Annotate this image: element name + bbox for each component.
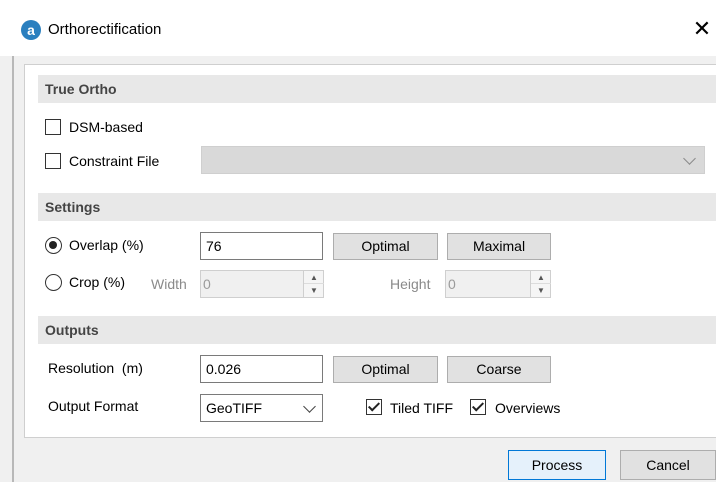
process-button[interactable]: Process (508, 450, 606, 480)
window-title: Orthorectification (48, 21, 162, 38)
overlap-maximal-button[interactable]: Maximal (447, 233, 551, 260)
overviews-checkbox[interactable] (470, 399, 486, 415)
constraint-file-checkbox[interactable] (45, 153, 61, 169)
spin-down-icon[interactable]: ▼ (304, 284, 324, 297)
section-outputs: Outputs (38, 316, 716, 344)
section-settings: Settings (38, 193, 716, 221)
width-value: 0 (203, 276, 211, 292)
overlap-optimal-button[interactable]: Optimal (333, 233, 438, 260)
resolution-label: Resolution (m) (48, 360, 143, 376)
width-spin-buttons[interactable]: ▲ ▼ (303, 271, 324, 297)
height-value: 0 (448, 276, 456, 292)
overlap-label: Overlap (%) (69, 237, 144, 253)
resolution-input[interactable]: 0.026 (200, 355, 323, 383)
height-spinbox[interactable]: 0 ▲ ▼ (445, 270, 551, 298)
options-panel: True Ortho DSM-based Constraint File Set… (24, 64, 716, 438)
resolution-coarse-button[interactable]: Coarse (447, 356, 551, 383)
overlap-input[interactable]: 76 (200, 232, 323, 260)
section-title: Settings (45, 199, 101, 215)
constraint-file-label: Constraint File (69, 153, 160, 169)
width-spinbox[interactable]: 0 ▲ ▼ (200, 270, 324, 298)
height-spin-buttons[interactable]: ▲ ▼ (530, 271, 551, 297)
close-icon[interactable]: ✕ (688, 13, 716, 45)
width-label: Width (151, 276, 187, 292)
crop-label: Crop (%) (69, 274, 126, 290)
constraint-file-select[interactable] (201, 146, 705, 174)
crop-radio[interactable] (45, 274, 62, 291)
tiled-tiff-label: Tiled TIFF (390, 400, 454, 416)
overviews-label: Overviews (495, 400, 561, 416)
dsm-based-checkbox[interactable] (45, 119, 61, 135)
section-true-ortho: True Ortho (38, 75, 716, 103)
output-format-select[interactable]: GeoTIFF (200, 394, 323, 422)
resolution-optimal-button[interactable]: Optimal (333, 356, 438, 383)
window-frame-left (12, 56, 14, 482)
overlap-radio[interactable] (45, 237, 62, 254)
chevron-down-icon (303, 400, 316, 413)
section-title: Outputs (45, 322, 99, 338)
section-title: True Ortho (45, 81, 117, 97)
tiled-tiff-checkbox[interactable] (366, 399, 382, 415)
dsm-based-label: DSM-based (69, 119, 143, 135)
chevron-down-icon (683, 152, 696, 165)
height-label: Height (390, 276, 431, 292)
spin-up-icon[interactable]: ▲ (304, 271, 324, 284)
output-format-value: GeoTIFF (206, 400, 263, 416)
spin-down-icon[interactable]: ▼ (531, 284, 551, 297)
output-format-label: Output Format (48, 398, 139, 414)
cancel-button[interactable]: Cancel (620, 450, 716, 480)
spin-up-icon[interactable]: ▲ (531, 271, 551, 284)
app-logo-icon: a (21, 20, 41, 40)
title-bar: a Orthorectification ✕ (0, 0, 716, 56)
